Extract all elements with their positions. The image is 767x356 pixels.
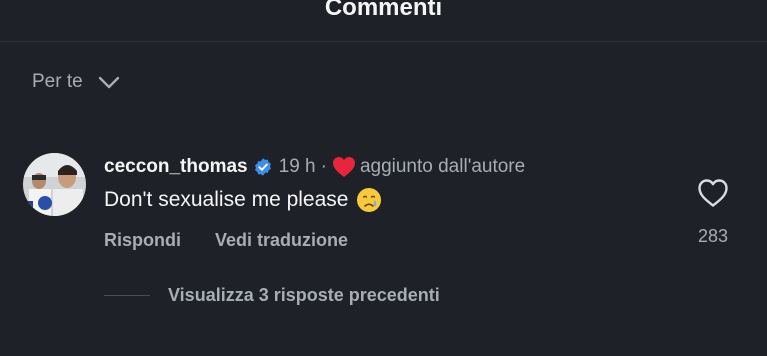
view-replies-button[interactable]: Visualizza 3 risposte precedenti: [104, 285, 440, 306]
verified-badge-icon: [254, 158, 271, 176]
sort-filter-label: Per te: [32, 71, 83, 92]
reply-button[interactable]: Rispondi: [104, 230, 181, 251]
page-title: Commenti: [324, 0, 443, 18]
heart-filled-icon: [332, 157, 355, 177]
view-replies-label: Visualizza 3 risposte precedenti: [168, 285, 440, 305]
header-divider: [0, 41, 767, 42]
comment-body: Don't sexualise me please: [104, 187, 382, 213]
avatar-photo: [23, 153, 86, 216]
crying-face-emoji-icon: [357, 188, 382, 212]
separator-dot: ·: [320, 156, 327, 177]
see-translation-button[interactable]: Vedi traduzione: [215, 230, 348, 251]
comment-username[interactable]: ceccon_thomas: [104, 156, 248, 178]
heart-outline-icon[interactable]: [697, 178, 729, 208]
comment-timestamp: 19 h: [278, 156, 316, 177]
avatar[interactable]: [23, 153, 86, 216]
sort-filter-dropdown[interactable]: Per te: [32, 70, 121, 94]
comment-text: Don't sexualise me please: [104, 188, 349, 211]
like-count: 283: [697, 226, 729, 246]
liked-by-author-label: aggiunto dall'autore: [359, 156, 526, 177]
comment-actions: Rispondi Vedi traduzione: [104, 230, 348, 251]
comments-sheet: Commenti Per te ceccon_thomas 19 h · agg…: [0, 0, 767, 356]
like-column: 283: [688, 178, 738, 247]
chevron-down-icon: [98, 76, 119, 89]
replies-divider-line: [104, 295, 150, 296]
comment-header: ceccon_thomas 19 h · aggiunto dall'autor…: [104, 153, 525, 181]
